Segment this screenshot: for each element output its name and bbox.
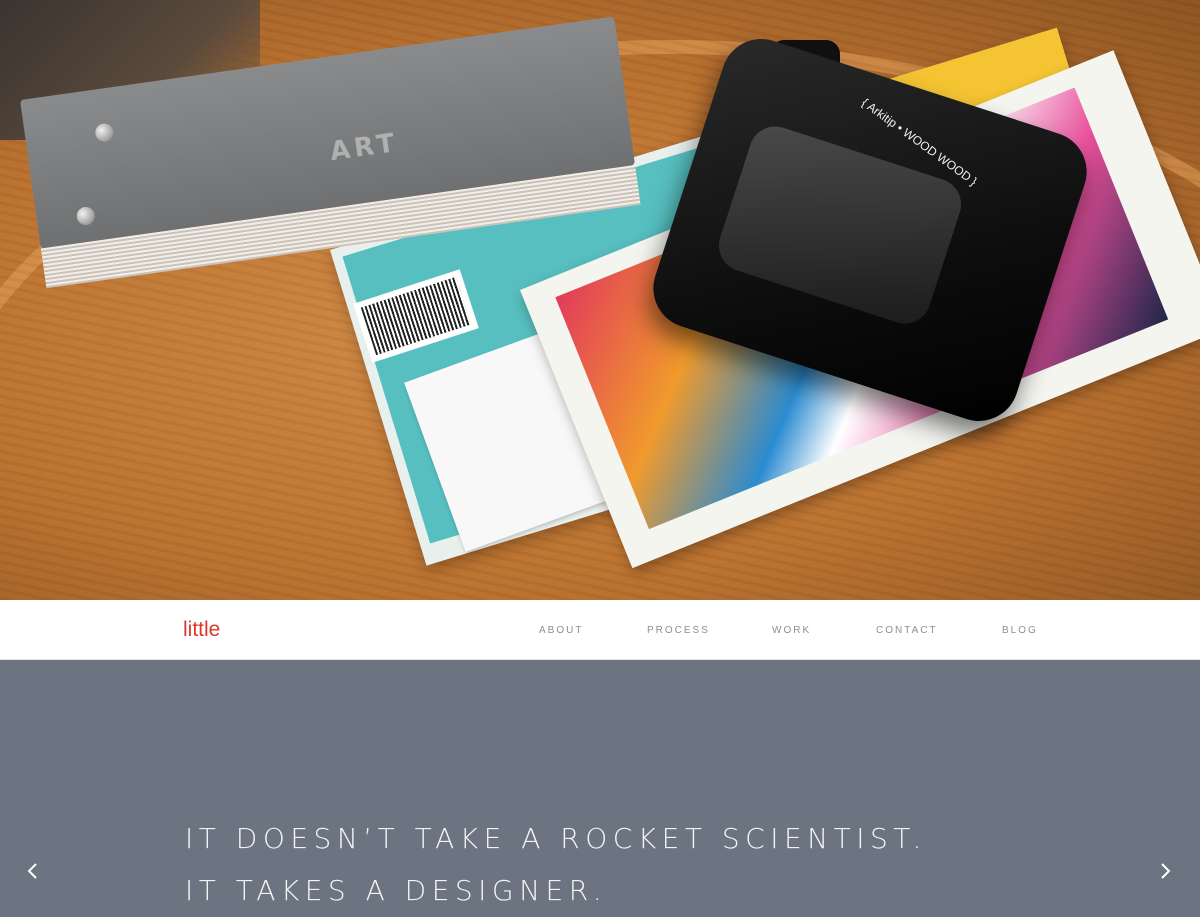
logo[interactable]: little [183,618,220,642]
book-cover-text: ART [328,127,401,168]
slider-prev-button[interactable] [18,856,48,886]
navbar: little ABOUT PROCESS WORK CONTACT BLOG [0,600,1200,660]
tagline: IT DOESN’T TAKE A ROCKET SCIENTIST. IT T… [185,813,927,917]
tagline-line-2: IT TAKES A DESIGNER. [185,874,608,907]
view-master: { Arkitip • WOOD WOOD } [642,28,1100,440]
nav-work[interactable]: WORK [772,625,811,636]
chevron-right-icon [1161,863,1171,879]
nav-contact[interactable]: CONTACT [876,625,938,636]
nav-process[interactable]: PROCESS [647,625,710,636]
nav-about[interactable]: ABOUT [539,625,583,636]
hero-image: ART { Arkitip • WOOD WOOD } [0,0,1200,600]
chevron-left-icon [27,863,37,879]
tagline-slider: IT DOESN’T TAKE A ROCKET SCIENTIST. IT T… [0,660,1200,907]
tagline-line-1: IT DOESN’T TAKE A ROCKET SCIENTIST. [185,822,927,855]
slider-next-button[interactable] [1150,856,1180,886]
nav-blog[interactable]: BLOG [1002,625,1038,636]
